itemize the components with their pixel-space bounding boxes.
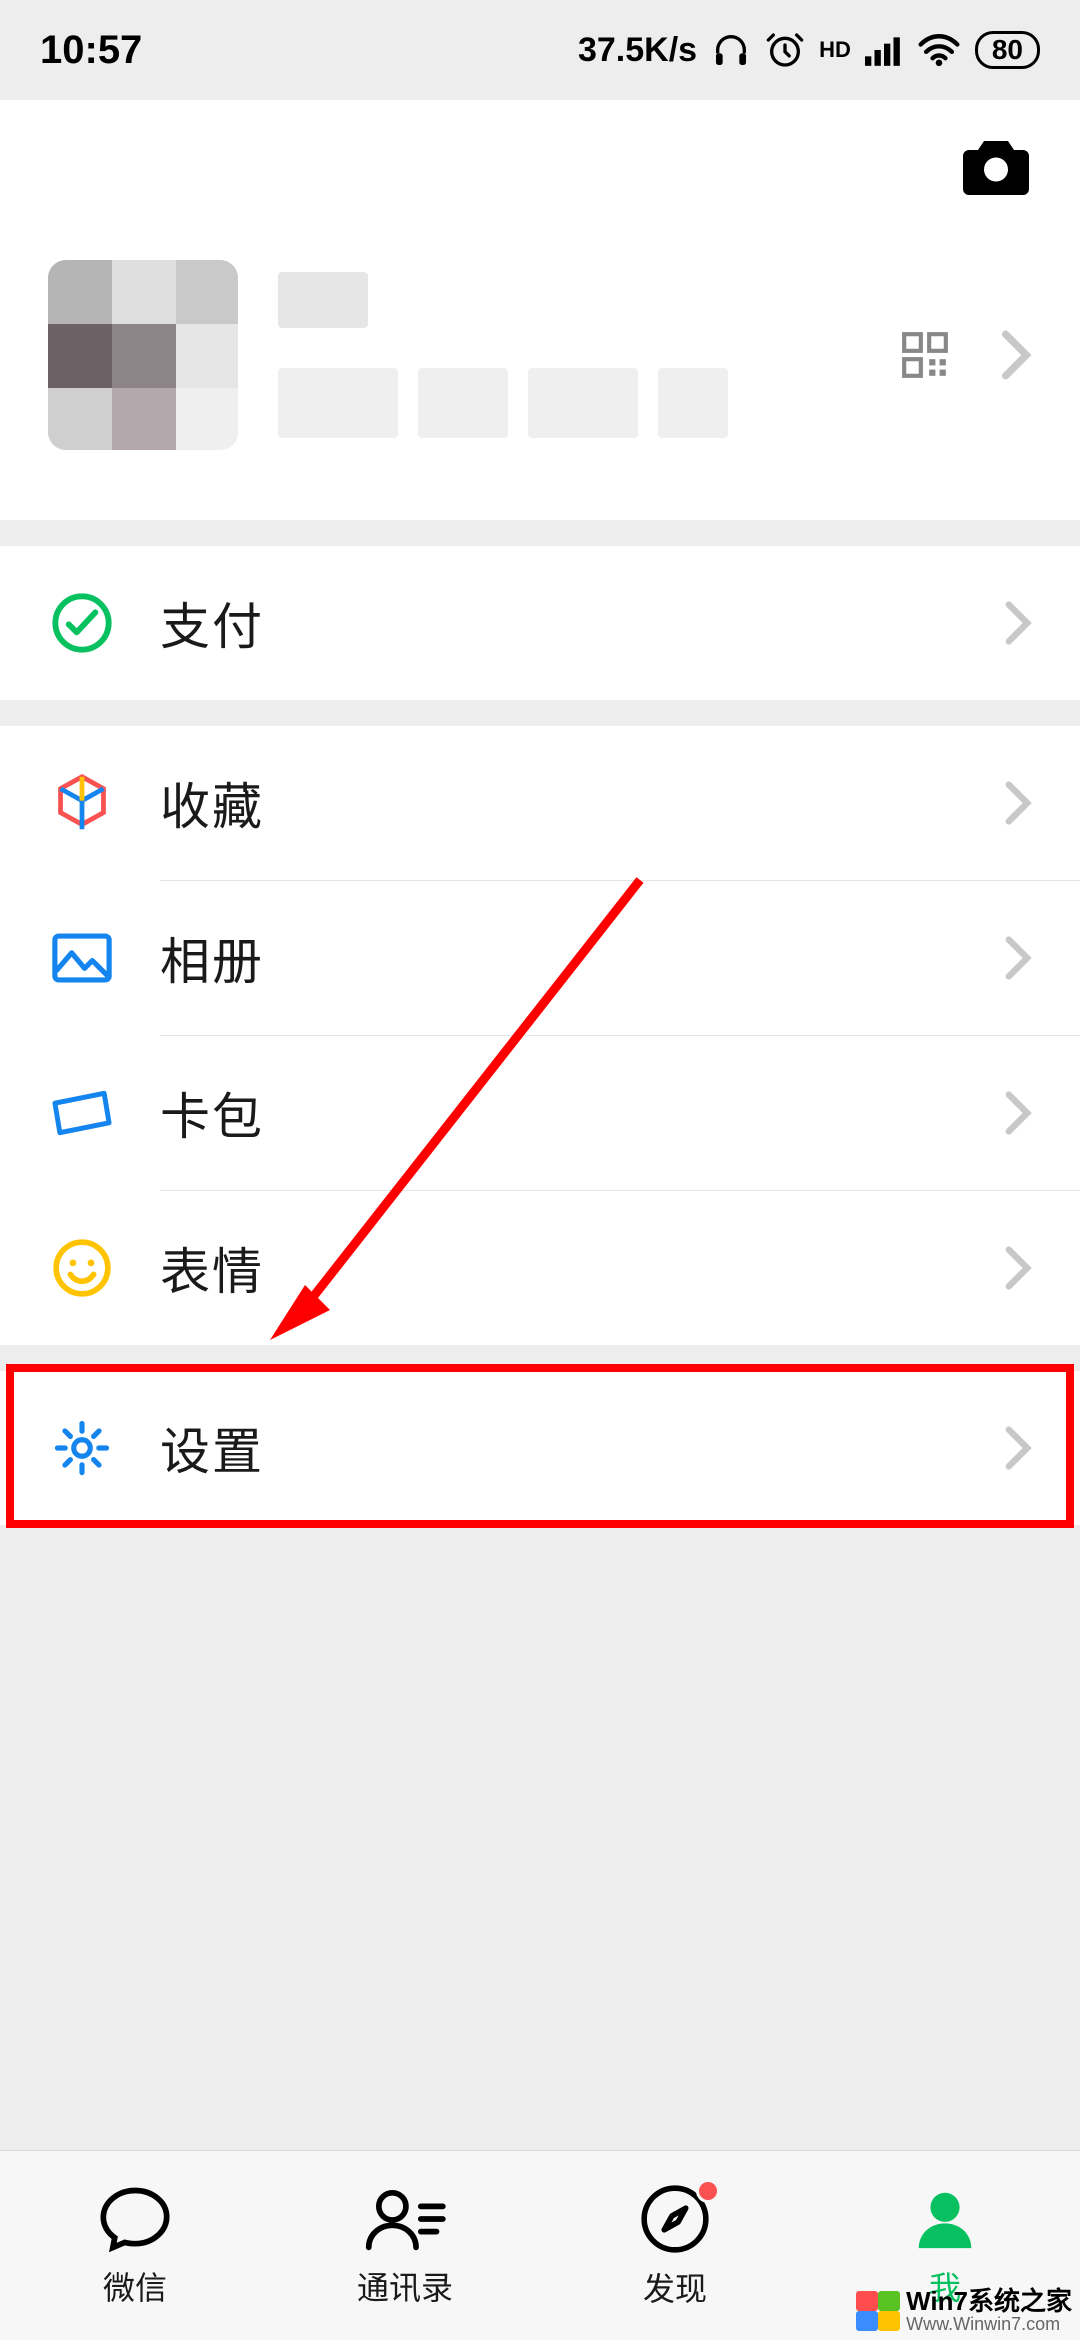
watermark-text2: Www.Winwin7.com	[906, 2315, 1072, 2334]
menu-item-cards[interactable]: 卡包	[0, 1036, 1080, 1190]
profile-id-blurred	[278, 368, 900, 438]
menu-label: 设置	[160, 1412, 1004, 1484]
profile-section	[0, 100, 1080, 520]
chevron-right-icon	[1000, 329, 1032, 381]
nav-label: 通讯录	[357, 2263, 453, 2309]
qr-code-icon[interactable]	[900, 330, 950, 380]
alarm-icon	[765, 30, 805, 70]
chevron-right-icon	[1004, 600, 1032, 646]
chevron-right-icon	[1004, 1090, 1032, 1136]
nav-label: 发现	[643, 2264, 707, 2310]
profile-name-blurred	[278, 272, 368, 328]
me-icon	[910, 2183, 980, 2255]
favorites-icon	[48, 772, 116, 834]
battery-icon: 80	[975, 31, 1040, 69]
menu-label: 表情	[160, 1232, 1004, 1304]
menu-item-album[interactable]: 相册	[0, 881, 1080, 1035]
status-bar: 10:57 37.5K/s HD 80	[0, 0, 1080, 100]
avatar	[48, 260, 238, 450]
status-icons: 37.5K/s HD 80	[578, 30, 1040, 70]
menu-item-stickers[interactable]: 表情	[0, 1191, 1080, 1345]
hd-icon: HD	[819, 40, 851, 60]
menu-item-favorites[interactable]: 收藏	[0, 726, 1080, 880]
menu-label: 卡包	[160, 1077, 1004, 1149]
menu-item-settings[interactable]: 设置	[0, 1371, 1080, 1525]
status-time: 10:57	[40, 28, 142, 73]
watermark-text1: Win7系统之家	[906, 2288, 1072, 2315]
chat-icon	[97, 2183, 173, 2255]
chevron-right-icon	[1004, 1245, 1032, 1291]
camera-icon[interactable]	[960, 134, 1032, 196]
contacts-icon	[364, 2183, 446, 2255]
chevron-right-icon	[1004, 935, 1032, 981]
profile-row[interactable]	[0, 230, 1080, 520]
status-speed: 37.5K/s	[578, 31, 697, 70]
cards-icon	[48, 1087, 116, 1139]
chevron-right-icon	[1004, 780, 1032, 826]
notification-dot	[696, 2179, 720, 2203]
menu-label: 收藏	[160, 767, 1004, 839]
settings-icon	[48, 1417, 116, 1479]
chevron-right-icon	[1004, 1425, 1032, 1471]
wifi-icon	[917, 32, 961, 68]
nav-contacts[interactable]: 通讯录	[270, 2151, 540, 2340]
headphones-icon	[711, 30, 751, 70]
pay-icon	[48, 591, 116, 655]
stickers-icon	[48, 1237, 116, 1299]
nav-discover[interactable]: 发现	[540, 2151, 810, 2340]
signal-icon	[865, 33, 903, 67]
menu-item-pay[interactable]: 支付	[0, 546, 1080, 700]
watermark: Win7系统之家 Www.Winwin7.com	[856, 2288, 1072, 2334]
album-icon	[48, 932, 116, 984]
watermark-logo	[856, 2291, 900, 2331]
nav-label: 微信	[103, 2263, 167, 2309]
menu-label: 支付	[160, 587, 1004, 659]
nav-chats[interactable]: 微信	[0, 2151, 270, 2340]
menu-label: 相册	[160, 922, 1004, 994]
